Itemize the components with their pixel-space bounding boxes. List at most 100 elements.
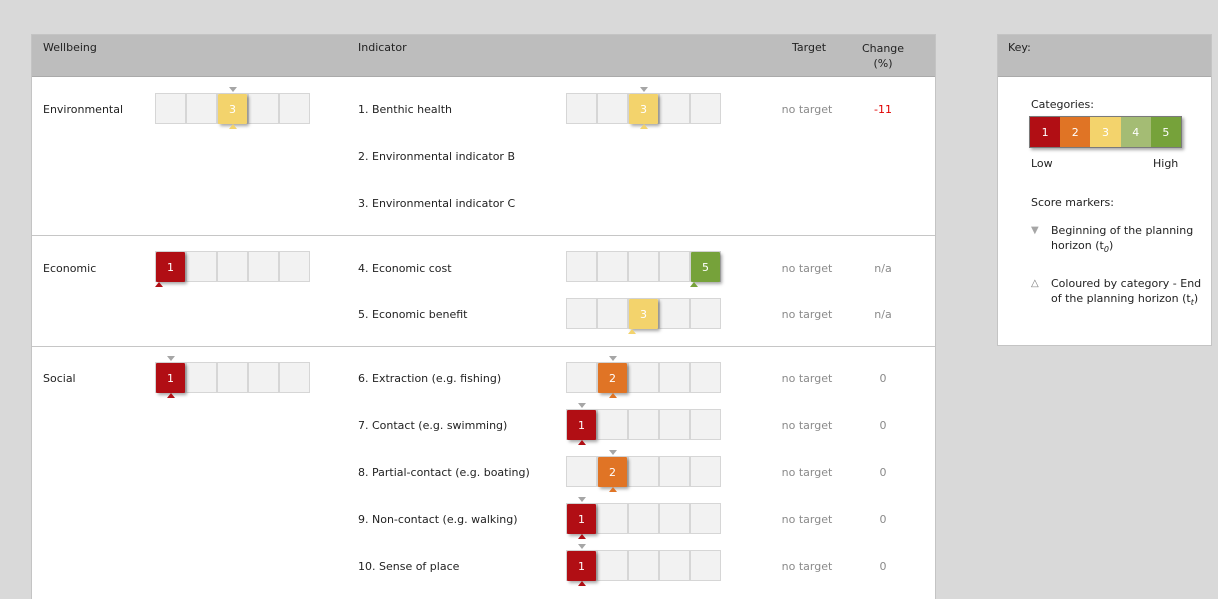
indicator-score-bar: 5 bbox=[566, 251, 721, 287]
end-marker-icon bbox=[155, 282, 163, 287]
target-value: no target bbox=[781, 308, 833, 321]
indicator-label: 3. Environmental indicator C bbox=[358, 197, 516, 210]
score-cell bbox=[690, 503, 721, 534]
score-cell bbox=[566, 362, 597, 393]
group-divider bbox=[32, 346, 935, 347]
column-header-target: Target bbox=[792, 41, 827, 54]
score-cell bbox=[597, 93, 628, 124]
score-box: 3 bbox=[218, 94, 247, 124]
group-label-environmental: Environmental bbox=[43, 103, 124, 116]
score-cell bbox=[186, 93, 217, 124]
target-value: no target bbox=[781, 372, 833, 385]
indicator-score-bar: 1 bbox=[566, 497, 721, 539]
score-cell bbox=[566, 298, 597, 329]
begin-marker-text: Beginning of the planning horizon (t bbox=[1051, 224, 1194, 252]
score-cell bbox=[659, 362, 690, 393]
indicator-label: 4. Economic cost bbox=[358, 262, 452, 275]
begin-marker-close: ) bbox=[1108, 239, 1114, 252]
start-marker-icon bbox=[609, 450, 617, 455]
end-marker-icon bbox=[229, 124, 237, 129]
change-value: 0 bbox=[879, 372, 887, 385]
score-cell bbox=[659, 409, 690, 440]
score-cell bbox=[659, 550, 690, 581]
column-header-indicator: Indicator bbox=[358, 41, 407, 54]
score-cell bbox=[597, 251, 628, 282]
change-value: 0 bbox=[879, 513, 887, 526]
score-box: 2 bbox=[598, 363, 627, 393]
column-header-change: Change (%) bbox=[858, 41, 908, 71]
group-score-bar: 3 bbox=[155, 87, 310, 129]
score-cell bbox=[597, 298, 628, 329]
score-cell bbox=[279, 93, 310, 124]
score-cell bbox=[628, 503, 659, 534]
score-cell bbox=[628, 409, 659, 440]
category-scale: 1 2 3 4 5 bbox=[1029, 116, 1182, 148]
target-value: no target bbox=[781, 419, 833, 432]
indicator-panel: Wellbeing Indicator Target Change (%) En… bbox=[31, 34, 936, 599]
score-cell bbox=[186, 251, 217, 282]
score-cell bbox=[279, 362, 310, 393]
score-cell bbox=[690, 93, 721, 124]
score-cell bbox=[217, 362, 248, 393]
indicator-score-bar: 1 bbox=[566, 403, 721, 445]
change-value: 0 bbox=[879, 560, 887, 573]
score-cell bbox=[659, 456, 690, 487]
change-value: n/a bbox=[874, 308, 892, 321]
target-value: no target bbox=[781, 560, 833, 573]
score-box: 1 bbox=[156, 252, 185, 282]
score-box: 1 bbox=[567, 410, 596, 440]
end-marker-icon bbox=[609, 487, 617, 492]
score-cell bbox=[248, 251, 279, 282]
score-cell bbox=[217, 251, 248, 282]
change-value: 0 bbox=[879, 466, 887, 479]
category-1: 1 bbox=[1030, 117, 1061, 147]
end-marker-icon bbox=[578, 581, 586, 586]
end-marker-icon bbox=[578, 534, 586, 539]
end-marker-icon bbox=[167, 393, 175, 398]
change-value: 0 bbox=[879, 419, 887, 432]
group-label-social: Social bbox=[43, 372, 76, 385]
score-cell bbox=[690, 298, 721, 329]
category-4: 4 bbox=[1120, 117, 1151, 147]
indicator-score-bar: 2 bbox=[566, 450, 721, 492]
start-marker-icon bbox=[167, 356, 175, 361]
score-box: 5 bbox=[691, 252, 720, 282]
category-3: 3 bbox=[1090, 117, 1121, 147]
indicator-label: 6. Extraction (e.g. fishing) bbox=[358, 372, 502, 385]
score-box: 1 bbox=[567, 504, 596, 534]
score-cell bbox=[628, 550, 659, 581]
start-marker-icon bbox=[578, 403, 586, 408]
score-cell bbox=[628, 362, 659, 393]
begin-marker-description: Beginning of the planning horizon (t0) bbox=[1051, 223, 1211, 257]
table-header: Wellbeing Indicator Target Change (%) bbox=[32, 35, 935, 77]
score-cell bbox=[566, 93, 597, 124]
score-cell bbox=[690, 409, 721, 440]
score-box: 3 bbox=[629, 299, 658, 329]
key-panel: Key: Categories: 1 2 3 4 5 Low High Scor… bbox=[997, 34, 1212, 346]
end-marker-icon bbox=[609, 393, 617, 398]
indicator-label: 8. Partial-contact (e.g. boating) bbox=[358, 466, 530, 479]
end-marker-icon bbox=[578, 440, 586, 445]
score-cell bbox=[566, 456, 597, 487]
start-marker-icon bbox=[609, 356, 617, 361]
indicator-score-bar: 3 bbox=[566, 298, 721, 334]
score-cell bbox=[186, 362, 217, 393]
score-cell bbox=[597, 503, 628, 534]
category-2: 2 bbox=[1060, 117, 1091, 147]
indicator-label: 9. Non-contact (e.g. walking) bbox=[358, 513, 518, 526]
score-cell bbox=[690, 550, 721, 581]
score-cell bbox=[690, 362, 721, 393]
score-cell bbox=[597, 550, 628, 581]
start-marker-icon bbox=[640, 87, 648, 92]
score-cell bbox=[659, 298, 690, 329]
target-value: no target bbox=[781, 466, 833, 479]
score-cell bbox=[597, 409, 628, 440]
key-header: Key: bbox=[998, 35, 1211, 77]
start-marker-icon bbox=[229, 87, 237, 92]
score-box: 2 bbox=[598, 457, 627, 487]
indicator-score-bar: 1 bbox=[566, 544, 721, 586]
end-marker-icon bbox=[690, 282, 698, 287]
start-marker-icon bbox=[578, 544, 586, 549]
indicator-score-bar: 2 bbox=[566, 356, 721, 398]
score-cell bbox=[566, 251, 597, 282]
